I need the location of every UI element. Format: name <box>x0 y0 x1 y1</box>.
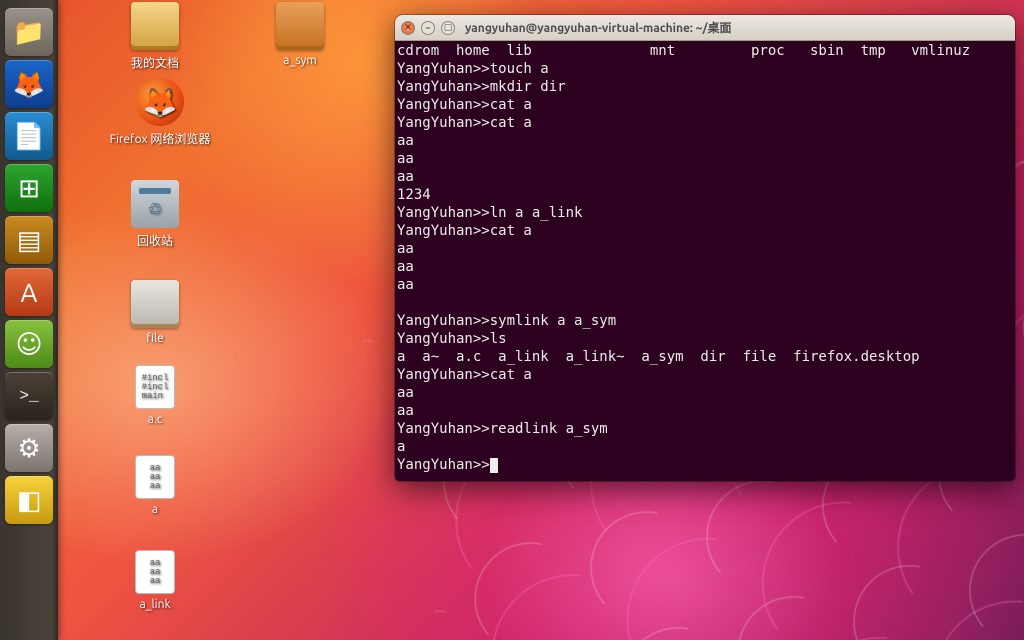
maximize-button[interactable]: ▢ <box>441 21 455 35</box>
launcher-writer-icon[interactable]: 📄 <box>5 112 53 160</box>
desktop-trash[interactable]: 回收站 <box>110 180 200 249</box>
window-titlebar[interactable]: ✕ – ▢ yangyuhan@yangyuhan-virtual-machin… <box>395 15 1015 41</box>
desktop-a-sym[interactable]: a_sym <box>255 2 345 67</box>
textfile-icon: aaaaaa <box>135 550 175 594</box>
launcher-settings-icon[interactable]: ⚙ <box>5 424 53 472</box>
launcher-impress-icon[interactable]: ▤ <box>5 216 53 264</box>
launcher-software-icon[interactable]: A <box>5 268 53 316</box>
textfile-icon: aaaaaa <box>135 455 175 499</box>
folder-icon <box>276 2 324 50</box>
folder-icon <box>131 2 179 50</box>
terminal-cursor <box>490 458 498 473</box>
desktop-a-c[interactable]: #incl #incl main a.c <box>110 365 200 426</box>
desktop-label: a.c <box>148 413 163 426</box>
desktop-label: Firefox 网络浏览器 <box>110 130 211 147</box>
desktop-file[interactable]: file <box>110 280 200 345</box>
terminal-output[interactable]: cdrom home lib mnt proc sbin tmp vmlinuz… <box>395 41 1015 481</box>
close-button[interactable]: ✕ <box>401 21 415 35</box>
desktop-a-link[interactable]: aaaaaa a_link <box>110 550 200 611</box>
minimize-button[interactable]: – <box>421 21 435 35</box>
desktop-label: a <box>152 503 158 516</box>
desktop-label: a_link <box>139 598 170 611</box>
desktop-label: 回收站 <box>137 232 173 249</box>
desktop-mydocs[interactable]: 我的文档 <box>110 2 200 71</box>
launcher-screenshot-icon[interactable]: ◧ <box>5 476 53 524</box>
desktop-label: file <box>146 332 163 345</box>
desktop-a[interactable]: aaaaaa a <box>110 455 200 516</box>
unity-launcher: 📁 🦊 📄 ⊞ ▤ A ☺ >_ ⚙ ◧ <box>0 0 58 640</box>
desktop-label: a_sym <box>283 54 316 67</box>
terminal-window: ✕ – ▢ yangyuhan@yangyuhan-virtual-machin… <box>395 15 1015 481</box>
trash-icon <box>131 180 179 228</box>
textfile-icon: #incl #incl main <box>135 365 175 409</box>
desktop-label: 我的文档 <box>131 54 179 71</box>
launcher-firefox-icon[interactable]: 🦊 <box>5 60 53 108</box>
launcher-files-icon[interactable]: 📁 <box>5 8 53 56</box>
launcher-chat-icon[interactable]: ☺ <box>5 320 53 368</box>
desktop-firefox[interactable]: 🦊 Firefox 网络浏览器 <box>100 78 220 147</box>
launcher-terminal-icon[interactable]: >_ <box>5 372 53 420</box>
folder-icon <box>131 280 179 328</box>
firefox-icon: 🦊 <box>136 78 184 126</box>
launcher-calc-icon[interactable]: ⊞ <box>5 164 53 212</box>
window-title: yangyuhan@yangyuhan-virtual-machine: ~/桌… <box>465 19 1009 36</box>
